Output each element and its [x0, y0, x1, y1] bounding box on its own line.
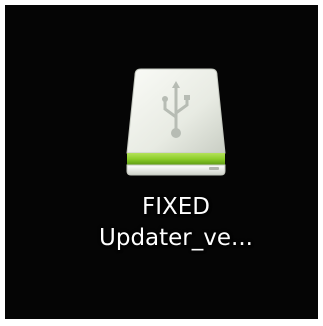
desktop-background: FIXED Updater_ve... [5, 5, 318, 319]
desktop-icon-label-line-2: Updater_ve... [99, 225, 253, 251]
desktop-icon-label: FIXED Updater_ve... [61, 192, 291, 254]
desktop-icon-label-line-1: FIXED [141, 194, 210, 220]
usb-drive-icon [121, 67, 231, 182]
desktop-icon-fixed-updater[interactable]: FIXED Updater_ve... [61, 67, 261, 277]
